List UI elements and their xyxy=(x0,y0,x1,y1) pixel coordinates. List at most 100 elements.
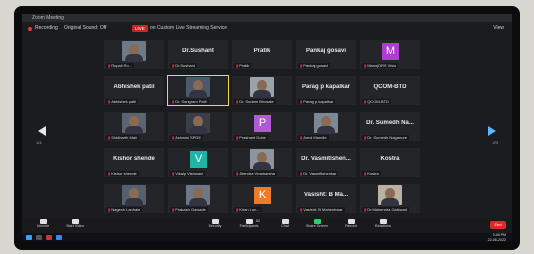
original-sound-toggle[interactable]: Original Sound: Off xyxy=(64,24,106,32)
muted-mic-icon: ▮ xyxy=(108,63,111,68)
participant-tile[interactable]: Dr. Vasmitlshen... ▮Dr. Vasmitlshenkar xyxy=(296,148,356,177)
start-menu-icon[interactable] xyxy=(26,235,32,240)
reactions-button[interactable]: Reactions xyxy=(366,219,400,232)
participant-name-tag: ▮Dr. Vasmitlshenkar xyxy=(298,171,339,176)
muted-mic-icon: ▮ xyxy=(108,99,111,104)
participant-name-tag: ▮Abhishek patil xyxy=(106,99,139,104)
participant-tile[interactable]: Dr.Sushant ▮Dr.Sushant xyxy=(168,40,228,69)
participant-tile[interactable]: ▮Ashwini SPDE xyxy=(168,112,228,141)
participant-name-tag: ▮Dr. Sumedh Naganure xyxy=(362,135,410,140)
security-button[interactable]: Security xyxy=(198,219,232,232)
search-icon[interactable] xyxy=(36,235,42,240)
participant-tile[interactable]: ▮Dr. Sangram Patil xyxy=(167,75,229,106)
chat-button[interactable]: Chat xyxy=(268,219,302,232)
next-page-arrow-icon[interactable] xyxy=(488,126,496,136)
muted-mic-icon: ▮ xyxy=(364,171,367,176)
participant-tile[interactable]: Kostra ▮Kostra xyxy=(360,148,420,177)
unmute-button[interactable]: Unmute xyxy=(26,219,60,232)
participant-name-tag: ▮Dr. Sudam Bhosale xyxy=(234,99,276,104)
participant-tile[interactable]: V ▮Vikalp Vishwasi xyxy=(168,148,228,177)
participant-video xyxy=(122,185,146,206)
participant-tile[interactable]: Parag p kapalkar ▮Parag p kapalkar xyxy=(296,76,356,105)
muted-mic-icon: ▮ xyxy=(172,207,175,212)
participant-display-name: Vasisht: B Ma... xyxy=(303,192,348,198)
participant-tile[interactable]: QCOM-BTD ▮QCOM-BTD xyxy=(360,76,420,105)
participant-tile[interactable]: ▮Prakash Gawade xyxy=(168,184,228,213)
participant-video xyxy=(250,77,274,98)
opera-browser-icon[interactable] xyxy=(46,235,52,240)
muted-mic-icon: ▮ xyxy=(236,171,239,176)
participant-name-tag: ▮Ashwini SPDE xyxy=(170,135,203,140)
muted-mic-icon: ▮ xyxy=(172,135,175,140)
muted-mic-icon: ▮ xyxy=(300,171,303,176)
participant-name-tag: ▮Amol Mandle xyxy=(298,135,329,140)
participant-name-tag: ▮Jitendra Vmaharsha xyxy=(234,171,277,176)
participant-tile[interactable]: ▮Dr. Sudam Bhosale xyxy=(232,76,292,105)
muted-mic-icon: ▮ xyxy=(236,99,239,104)
participant-video xyxy=(186,185,210,206)
previous-page-arrow-icon[interactable] xyxy=(38,126,46,136)
participants-button[interactable]: 52 Participants xyxy=(232,219,266,232)
participant-name-tag: ▮Nagesh Lanhale xyxy=(106,207,143,212)
participant-display-name: Abhishek patil xyxy=(113,84,155,90)
muted-mic-icon: ▮ xyxy=(172,99,175,104)
participant-count: 52 xyxy=(256,219,260,223)
participant-display-name: Kishor shende xyxy=(113,156,155,162)
meeting-status-strip: Recording Original Sound: Off LIVE on Cu… xyxy=(22,22,512,34)
recording-label[interactable]: Recording xyxy=(35,24,58,32)
participant-name-tag: ▮Kishor shende xyxy=(106,171,139,176)
muted-mic-icon: ▮ xyxy=(236,63,239,68)
participant-tile[interactable]: Pankaj gosavi ▮Pankaj gosavi xyxy=(296,40,356,69)
participant-tile[interactable]: Dr. Sumedh Na... ▮Dr. Sumedh Naganure xyxy=(360,112,420,141)
participant-display-name: QCOM-BTD xyxy=(373,84,407,90)
title-bar: Zoom Meeting xyxy=(22,14,512,22)
page-indicator-left: 1/4 xyxy=(36,140,42,145)
live-badge[interactable]: LIVE xyxy=(132,25,148,32)
muted-mic-icon: ▮ xyxy=(172,63,175,68)
participant-video xyxy=(122,41,146,62)
participant-tile[interactable]: ▮Rupali Ro... xyxy=(104,40,164,69)
start-video-button[interactable]: Start Video xyxy=(58,219,92,232)
participant-tile[interactable]: Kishor shende ▮Kishor shende xyxy=(104,148,164,177)
participant-tile[interactable]: ▮Amol Mandle xyxy=(296,112,356,141)
participant-tile[interactable]: ▮Nagesh Lanhale xyxy=(104,184,164,213)
participant-video xyxy=(378,185,402,206)
participant-tile[interactable]: ▮Jitendra Vmaharsha xyxy=(232,148,292,177)
muted-mic-icon: ▮ xyxy=(300,207,303,212)
participant-name-tag: ▮Vasisht: B Maheshwar xyxy=(298,207,345,212)
participant-name-tag: ▮Siddharth Mali xyxy=(106,135,139,140)
participant-display-name: Dr.Sushant xyxy=(182,48,214,54)
participant-video xyxy=(314,113,338,134)
recording-dot-icon xyxy=(28,27,32,31)
participant-name-tag: ▮Dr. Sangram Patil xyxy=(170,99,209,104)
windows-taskbar: 3:48 PM 22-06-2022 xyxy=(22,233,512,242)
participant-tile[interactable]: P ▮Prashant Dube xyxy=(232,112,292,141)
participant-name-tag: ▮Prakash Gawade xyxy=(170,207,208,212)
share-screen-button[interactable]: Share Screen xyxy=(300,219,334,232)
meeting-toolbar: Unmute Start Video Security 52 Participa… xyxy=(22,218,512,233)
participant-tile[interactable]: Abhishek patil ▮Abhishek patil xyxy=(104,76,164,105)
muted-mic-icon: ▮ xyxy=(364,135,367,140)
muted-mic-icon: ▮ xyxy=(108,135,111,140)
system-clock: 3:48 PM 22-06-2022 xyxy=(487,233,506,242)
muted-mic-icon: ▮ xyxy=(108,171,111,176)
participant-tile[interactable]: M ▮ManojDRS Visio xyxy=(360,40,420,69)
streaming-label: on Custom Live Streaming Service xyxy=(150,25,227,31)
participant-avatar: P xyxy=(254,115,271,132)
participant-name-tag: ▮Pankaj gosavi xyxy=(298,63,331,68)
participant-tile[interactable]: Pratik ▮Pratik xyxy=(232,40,292,69)
participant-tile[interactable]: K ▮Kiran Lon... xyxy=(232,184,292,213)
participant-tile[interactable]: ▮Siddharth Mali xyxy=(104,112,164,141)
participant-tile[interactable]: ▮Dr.Mahendra Gaikwad xyxy=(360,184,420,213)
participant-tile[interactable]: Vasisht: B Ma... ▮Vasisht: B Maheshwar xyxy=(296,184,356,213)
view-button[interactable]: View xyxy=(493,24,504,32)
participant-video xyxy=(122,113,146,134)
participant-name-tag: ▮Dr.Sushant xyxy=(170,63,197,68)
participant-name-tag: ▮Kostra xyxy=(362,171,381,176)
muted-mic-icon: ▮ xyxy=(364,99,367,104)
participant-name-tag: ▮Rupali Ro... xyxy=(106,63,135,68)
record-button[interactable]: Record xyxy=(334,219,368,232)
zoom-app-icon[interactable] xyxy=(56,235,62,240)
end-meeting-button[interactable]: End xyxy=(490,221,506,229)
participant-name-tag: ▮QCOM-BTD xyxy=(362,99,391,104)
